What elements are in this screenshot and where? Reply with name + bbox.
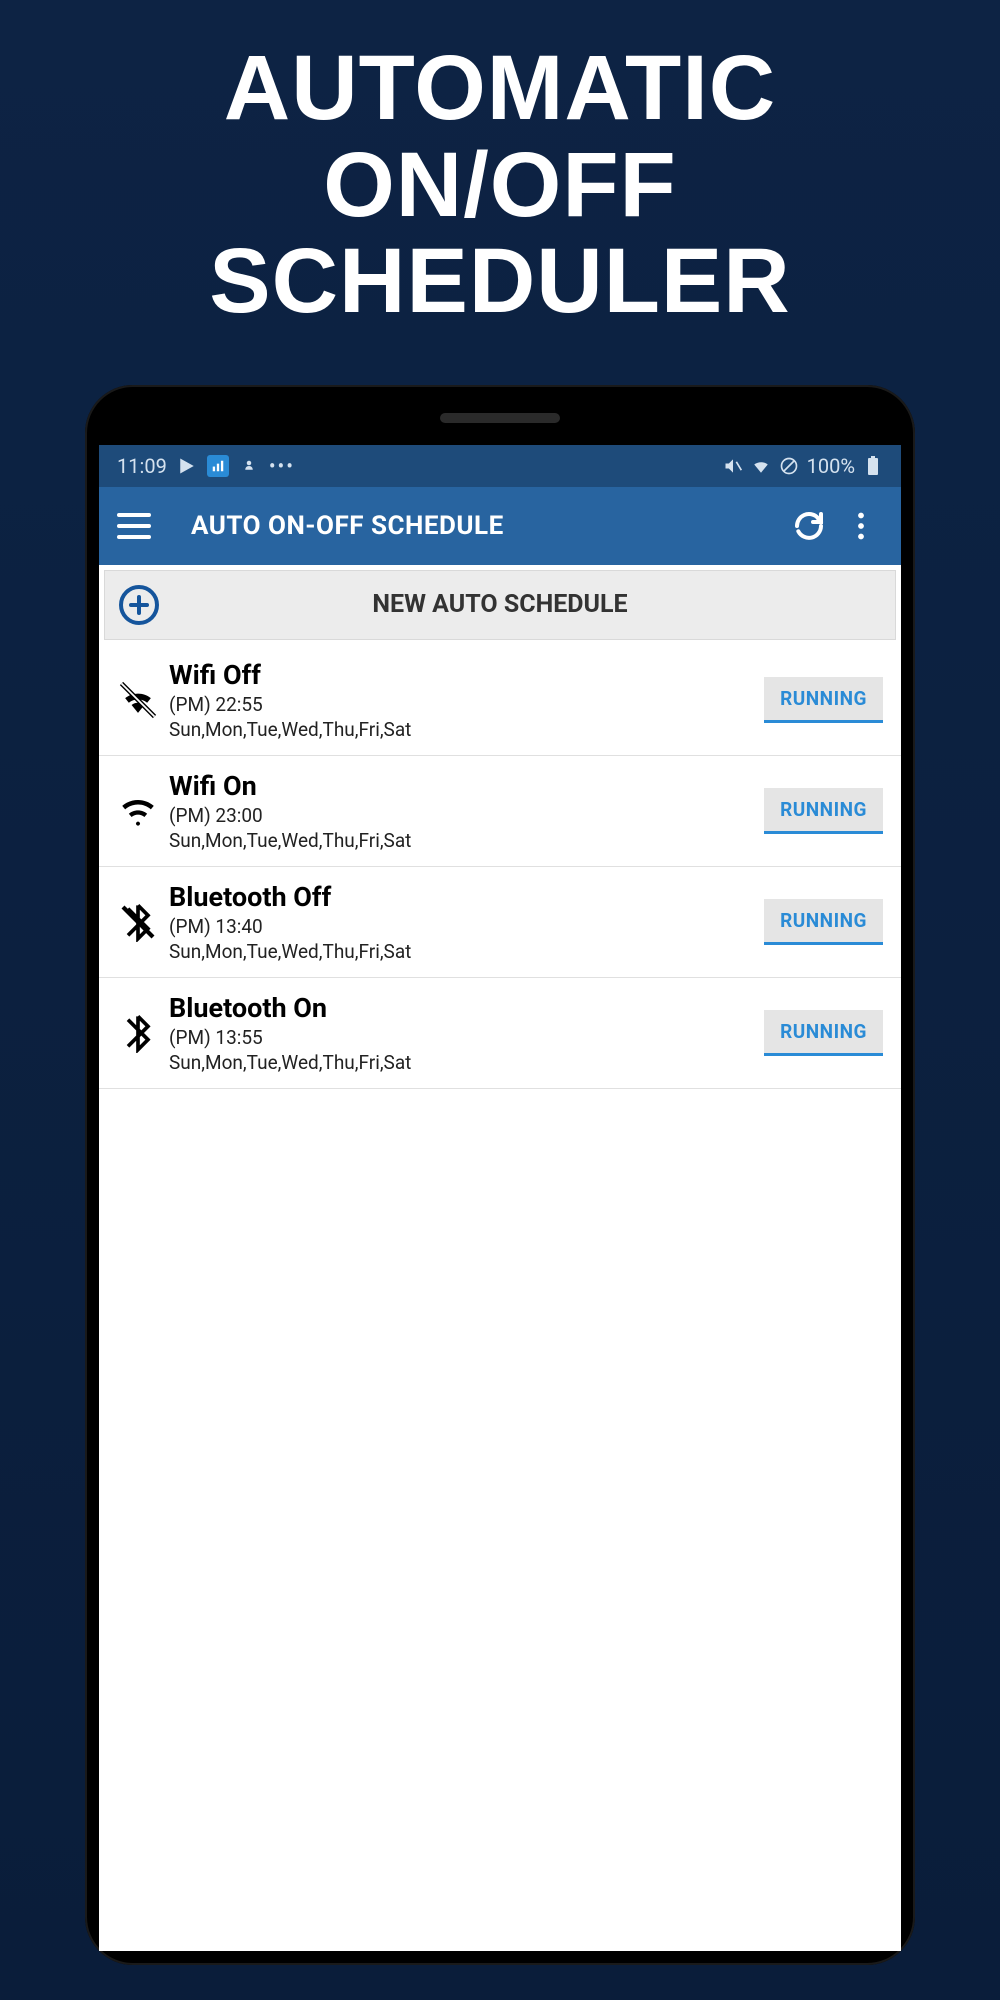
phone-screen: 11:09 ••• bbox=[99, 445, 901, 1951]
wifi-off-icon bbox=[107, 678, 169, 722]
schedule-time: (PM) 13:40 bbox=[169, 915, 764, 938]
status-right: 100% bbox=[723, 454, 883, 478]
running-status-button[interactable]: RUNNING bbox=[764, 788, 883, 834]
schedule-title: Bluetooth Off bbox=[169, 881, 764, 913]
more-notifications-icon: ••• bbox=[269, 454, 295, 478]
app-notification-icon bbox=[239, 456, 259, 476]
battery-percent: 100% bbox=[807, 454, 855, 478]
promo-headline: AUTOMATIC ON/OFF SCHEDULER bbox=[209, 40, 790, 330]
wifi-on-icon bbox=[107, 789, 169, 833]
promo-line3: SCHEDULER bbox=[209, 230, 790, 332]
status-time: 11:09 bbox=[117, 454, 167, 478]
schedule-time: (PM) 13:55 bbox=[169, 1026, 764, 1049]
schedule-days: Sun,Mon,Tue,Wed,Thu,Fri,Sat bbox=[169, 718, 764, 741]
status-bar: 11:09 ••• bbox=[99, 445, 901, 487]
app-bar: AUTO ON-OFF SCHEDULE bbox=[99, 487, 901, 565]
no-sim-icon bbox=[779, 456, 799, 476]
status-left: 11:09 ••• bbox=[117, 454, 295, 478]
schedule-row[interactable]: Wifi On (PM) 23:00 Sun,Mon,Tue,Wed,Thu,F… bbox=[99, 756, 901, 867]
play-store-icon bbox=[177, 456, 197, 476]
schedule-title: Bluetooth On bbox=[169, 992, 764, 1024]
schedule-title: Wifi Off bbox=[169, 659, 764, 691]
schedule-row[interactable]: Wifi Off (PM) 22:55 Sun,Mon,Tue,Wed,Thu,… bbox=[99, 645, 901, 756]
phone-speaker bbox=[440, 413, 560, 423]
schedule-time: (PM) 22:55 bbox=[169, 693, 764, 716]
running-status-button[interactable]: RUNNING bbox=[764, 899, 883, 945]
schedule-days: Sun,Mon,Tue,Wed,Thu,Fri,Sat bbox=[169, 940, 764, 963]
schedule-row[interactable]: Bluetooth Off (PM) 13:40 Sun,Mon,Tue,Wed… bbox=[99, 867, 901, 978]
schedule-days: Sun,Mon,Tue,Wed,Thu,Fri,Sat bbox=[169, 1051, 764, 1074]
schedule-body: Wifi On (PM) 23:00 Sun,Mon,Tue,Wed,Thu,F… bbox=[169, 770, 764, 852]
new-schedule-label: NEW AUTO SCHEDULE bbox=[119, 590, 881, 619]
battery-icon bbox=[863, 456, 883, 476]
promo-line1: AUTOMATIC bbox=[224, 37, 776, 139]
promo-line2: ON/OFF bbox=[323, 134, 677, 236]
app-title: AUTO ON-OFF SCHEDULE bbox=[191, 511, 779, 541]
schedule-list: Wifi Off (PM) 22:55 Sun,Mon,Tue,Wed,Thu,… bbox=[99, 645, 901, 1089]
refresh-button[interactable] bbox=[787, 504, 831, 548]
bluetooth-on-icon bbox=[107, 1013, 169, 1053]
running-status-button[interactable]: RUNNING bbox=[764, 677, 883, 723]
more-options-button[interactable] bbox=[839, 504, 883, 548]
schedule-body: Bluetooth Off (PM) 13:40 Sun,Mon,Tue,Wed… bbox=[169, 881, 764, 963]
schedule-title: Wifi On bbox=[169, 770, 764, 802]
phone-frame: 11:09 ••• bbox=[85, 385, 915, 1965]
bluetooth-off-icon bbox=[107, 902, 169, 942]
mute-icon bbox=[723, 456, 743, 476]
schedule-row[interactable]: Bluetooth On (PM) 13:55 Sun,Mon,Tue,Wed,… bbox=[99, 978, 901, 1089]
schedule-body: Wifi Off (PM) 22:55 Sun,Mon,Tue,Wed,Thu,… bbox=[169, 659, 764, 741]
schedule-time: (PM) 23:00 bbox=[169, 804, 764, 827]
schedule-body: Bluetooth On (PM) 13:55 Sun,Mon,Tue,Wed,… bbox=[169, 992, 764, 1074]
new-schedule-button[interactable]: NEW AUTO SCHEDULE bbox=[104, 570, 896, 640]
wifi-status-icon bbox=[751, 456, 771, 476]
schedule-days: Sun,Mon,Tue,Wed,Thu,Fri,Sat bbox=[169, 829, 764, 852]
running-status-button[interactable]: RUNNING bbox=[764, 1010, 883, 1056]
menu-button[interactable] bbox=[117, 513, 151, 539]
analytics-icon bbox=[207, 455, 229, 477]
